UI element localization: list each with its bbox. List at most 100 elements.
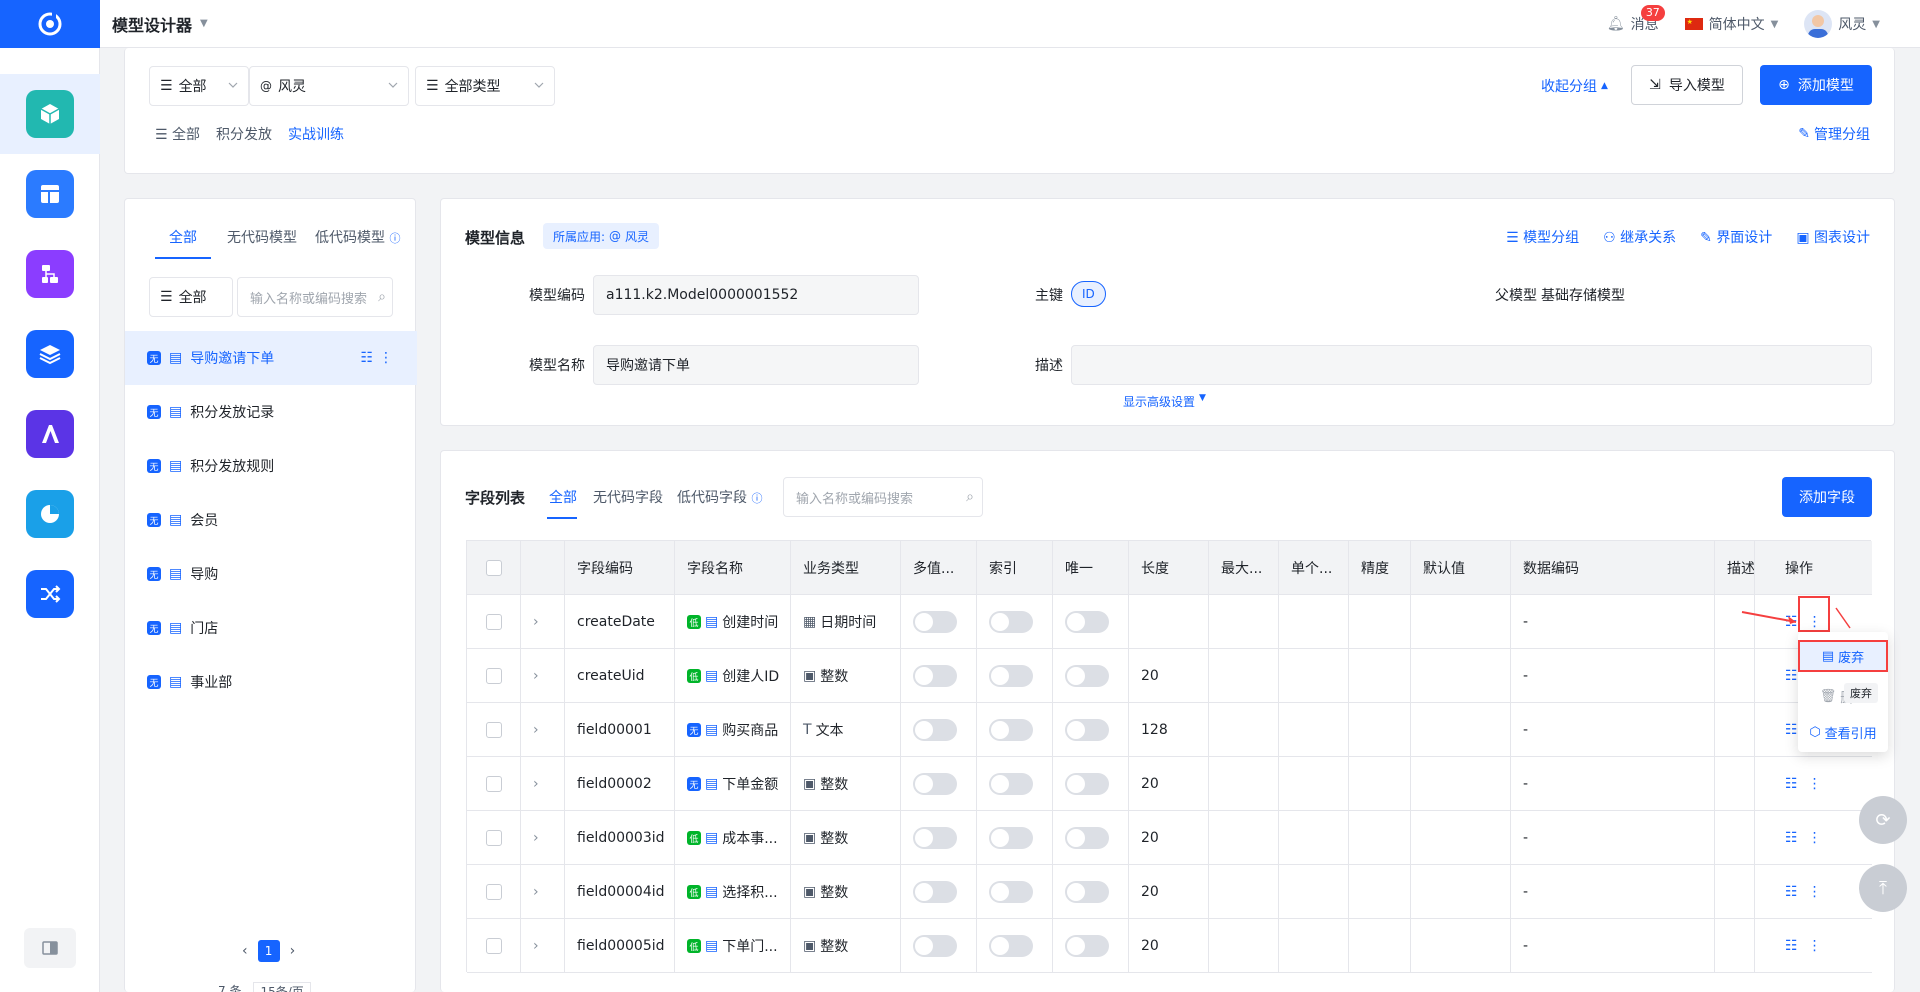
- tab-lowcode-models[interactable]: 低代码模型 ⓘ: [315, 227, 400, 247]
- collapse-group-link[interactable]: 收起分组 ▲: [1541, 76, 1608, 96]
- owner-select[interactable]: @ 风灵: [249, 66, 409, 106]
- chevron-right-icon[interactable]: ›: [533, 722, 539, 738]
- tab-all-fields[interactable]: 全部: [549, 487, 577, 507]
- chevron-right-icon[interactable]: ›: [533, 938, 539, 954]
- list-item[interactable]: 无 ▤ 积分发放规则: [125, 439, 417, 493]
- chevron-right-icon[interactable]: ›: [533, 614, 539, 630]
- table-row[interactable]: ›createDate低▤创建时间▦日期时间-☷⋮: [467, 595, 1872, 649]
- field-search-input[interactable]: 输入名称或编码搜索 ⌕: [783, 477, 983, 517]
- model-desc-field[interactable]: [1071, 345, 1872, 385]
- nav-item-layers[interactable]: [0, 314, 100, 394]
- unique-toggle[interactable]: [1065, 773, 1109, 795]
- multi-value-toggle[interactable]: [913, 719, 957, 741]
- app-switcher[interactable]: 模型设计器 ▼: [112, 12, 208, 36]
- group-tab-training[interactable]: 实战训练: [288, 124, 344, 144]
- group-tab-points[interactable]: 积分发放: [216, 124, 272, 144]
- index-toggle[interactable]: [989, 827, 1033, 849]
- unique-toggle[interactable]: [1065, 827, 1109, 849]
- table-row[interactable]: › field00003id 低 ▤ 成本事... ▣ 整数 20- ☷ ⋮: [467, 811, 1872, 865]
- model-code-field[interactable]: a111.k2.Model0000001552: [593, 275, 919, 315]
- more-icon[interactable]: ⋮: [379, 350, 393, 366]
- row-checkbox[interactable]: [485, 614, 502, 630]
- page-size-select[interactable]: 15条/页: [253, 982, 311, 992]
- list-item[interactable]: 无 ▤ 导购: [125, 547, 417, 601]
- multi-value-toggle[interactable]: [913, 935, 957, 957]
- messages-button[interactable]: 🔔︎ 消息 37: [1607, 5, 1665, 34]
- nav-item-shuffle[interactable]: [0, 554, 100, 634]
- settings-icon[interactable]: ☷: [1785, 776, 1798, 792]
- index-toggle[interactable]: [989, 719, 1033, 741]
- nav-item-model[interactable]: [0, 74, 100, 154]
- multi-value-toggle[interactable]: [913, 881, 957, 903]
- model-group-action[interactable]: ☰ 模型分组: [1506, 227, 1579, 247]
- parent-model-link[interactable]: 基础存储模型: [1541, 285, 1625, 305]
- more-icon[interactable]: ⋮: [1808, 938, 1822, 954]
- view-refs-menu-item[interactable]: ⬡ 查看引用: [1798, 718, 1888, 746]
- nav-item-flow[interactable]: [0, 234, 100, 314]
- col-header[interactable]: 默认值: [1411, 541, 1511, 595]
- chevron-right-icon[interactable]: ›: [533, 776, 539, 792]
- chevron-right-icon[interactable]: ›: [533, 668, 539, 684]
- col-header[interactable]: 描述: [1715, 541, 1755, 595]
- list-item[interactable]: 无 ▤ 导购邀请下单 ☷ ⋮: [125, 331, 417, 385]
- page-number[interactable]: 1: [257, 940, 280, 962]
- more-icon[interactable]: ⋮: [1808, 830, 1822, 846]
- list-item[interactable]: 无 ▤ 积分发放记录: [125, 385, 417, 439]
- app-logo[interactable]: [0, 0, 100, 48]
- group-tab-all[interactable]: ☰ 全部: [155, 124, 200, 144]
- table-row[interactable]: ›createUid低▤创建人ID▣整数20-☷⋮: [467, 649, 1872, 703]
- chevron-left-icon[interactable]: ‹: [242, 943, 248, 959]
- language-select[interactable]: 简体中文 ▼: [1684, 14, 1778, 34]
- unique-toggle[interactable]: [1065, 719, 1109, 741]
- table-row[interactable]: › field00005id 低 ▤ 下单门... ▣ 整数 20- ☷ ⋮: [467, 919, 1872, 973]
- multi-value-toggle[interactable]: [913, 665, 957, 687]
- table-row[interactable]: › field00004id 低 ▤ 选择积... ▣ 整数 20- ☷ ⋮: [467, 865, 1872, 919]
- table-row[interactable]: › field00002 无 ▤ 下单金额 ▣ 整数 20- ☷ ⋮: [467, 757, 1872, 811]
- multi-value-toggle[interactable]: [913, 773, 957, 795]
- import-model-button[interactable]: ⇲ 导入模型: [1631, 65, 1743, 105]
- more-icon[interactable]: ⋮: [1808, 776, 1822, 792]
- settings-icon[interactable]: ☷: [1785, 938, 1798, 954]
- col-header[interactable]: 精度: [1349, 541, 1411, 595]
- chart-design-action[interactable]: ▣ 图表设计: [1796, 227, 1870, 247]
- chevron-right-icon[interactable]: ›: [533, 830, 539, 846]
- multi-value-toggle[interactable]: [913, 611, 957, 633]
- add-model-button[interactable]: ⊕ 添加模型: [1760, 65, 1872, 105]
- nav-item-chart[interactable]: [0, 474, 100, 554]
- row-checkbox[interactable]: [485, 776, 502, 792]
- model-filter-select[interactable]: ☰ 全部: [149, 277, 233, 317]
- list-item[interactable]: 无 ▤ 门店: [125, 601, 417, 655]
- user-menu[interactable]: 风灵 ▼: [1804, 10, 1880, 38]
- list-item[interactable]: 无 ▤ 事业部: [125, 655, 417, 709]
- index-toggle[interactable]: [989, 665, 1033, 687]
- settings-icon[interactable]: ☷: [1785, 668, 1798, 684]
- unique-toggle[interactable]: [1065, 665, 1109, 687]
- refresh-float-button[interactable]: ⟳: [1859, 796, 1907, 844]
- col-header[interactable]: 索引: [977, 541, 1053, 595]
- model-search-input[interactable]: 输入名称或编码搜索 ⌕: [237, 277, 393, 317]
- multi-value-toggle[interactable]: [913, 827, 957, 849]
- col-header[interactable]: 业务类型: [791, 541, 901, 595]
- discard-menu-item[interactable]: ▤ 废弃: [1798, 640, 1888, 672]
- tab-nocode-models[interactable]: 无代码模型: [227, 227, 297, 247]
- col-header[interactable]: 长度: [1129, 541, 1209, 595]
- index-toggle[interactable]: [989, 935, 1033, 957]
- unique-toggle[interactable]: [1065, 881, 1109, 903]
- row-checkbox[interactable]: [485, 722, 502, 738]
- unique-toggle[interactable]: [1065, 935, 1109, 957]
- chevron-right-icon[interactable]: ›: [533, 884, 539, 900]
- col-header[interactable]: 数据编码: [1511, 541, 1715, 595]
- inheritance-action[interactable]: ⚇ 继承关系: [1603, 227, 1676, 247]
- col-header[interactable]: 唯一: [1053, 541, 1129, 595]
- col-header[interactable]: 多值...: [901, 541, 977, 595]
- index-toggle[interactable]: [989, 881, 1033, 903]
- manage-group-link[interactable]: ✎ 管理分组: [1798, 124, 1870, 144]
- ui-design-action[interactable]: ✎ 界面设计: [1700, 227, 1772, 247]
- settings-icon[interactable]: ☷: [360, 350, 373, 366]
- chevron-right-icon[interactable]: ›: [290, 943, 296, 959]
- nav-item-ai[interactable]: [0, 394, 100, 474]
- row-checkbox[interactable]: [485, 938, 502, 954]
- select-all-checkbox[interactable]: [485, 560, 502, 576]
- nav-item-layout[interactable]: [0, 154, 100, 234]
- unique-toggle[interactable]: [1065, 611, 1109, 633]
